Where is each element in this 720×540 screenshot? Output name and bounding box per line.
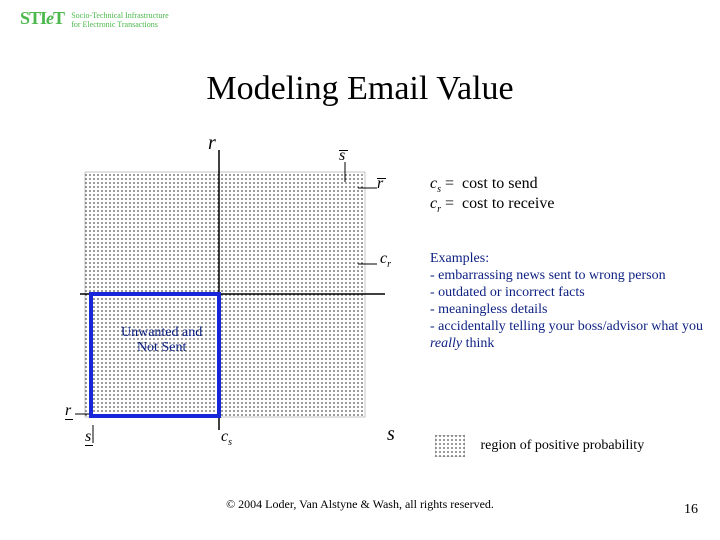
label-cs: cs — [221, 428, 232, 448]
example-item: - embarrassing news sent to wrong person — [430, 267, 720, 284]
legend: region of positive probability — [435, 435, 644, 457]
page-number: 16 — [684, 502, 698, 518]
example-item: - outdated or incorrect facts — [430, 284, 720, 301]
logo-brand: STIeT — [20, 8, 67, 28]
value-diagram: r s r cr s cs r s Unwanted andNot Sent — [85, 150, 395, 440]
logo-subtitle: Socio-Technical Infrastructurefor Electr… — [71, 11, 168, 29]
axis-label-s: s — [387, 423, 395, 446]
cost-definitions: cs = cost to send cr = cost to receive — [430, 175, 554, 215]
cost-cs: cs = cost to send — [430, 175, 554, 195]
label-s-bar: s — [339, 150, 348, 165]
label-r-bar: r — [377, 178, 386, 193]
examples-block: Examples: - embarrassing news sent to wr… — [430, 250, 720, 352]
label-s-underscore: s — [85, 428, 93, 446]
label-cr: cr — [380, 250, 391, 270]
legend-text: region of positive probability — [481, 438, 645, 453]
page-title: Modeling Email Value — [0, 70, 720, 108]
examples-title: Examples: — [430, 250, 720, 267]
example-item: - accidentally telling your boss/advisor… — [430, 318, 720, 352]
example-item: - meaningless details — [430, 301, 720, 318]
copyright: © 2004 Loder, Van Alstyne & Wash, all ri… — [0, 497, 720, 512]
axis-label-r: r — [208, 132, 216, 155]
cost-cr: cr = cost to receive — [430, 195, 554, 215]
logo: STIeT Socio-Technical Infrastructurefor … — [20, 8, 169, 29]
legend-swatch — [435, 435, 465, 457]
label-r-underscore: r — [65, 402, 73, 420]
quadrant-label: Unwanted andNot Sent — [121, 325, 202, 355]
